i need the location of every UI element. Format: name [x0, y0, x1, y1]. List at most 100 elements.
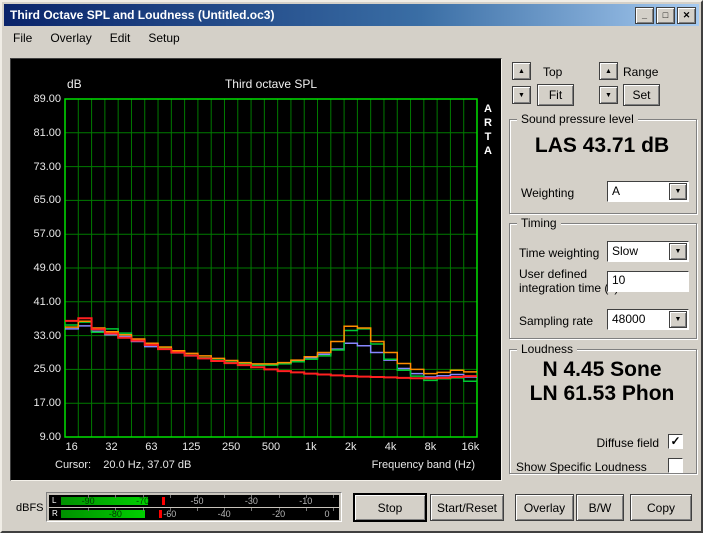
meter-scale-label: -30 [244, 496, 258, 506]
up-arrow-icon: ▲ [605, 67, 612, 75]
minimize-icon[interactable]: _ [635, 7, 654, 24]
meter-scale-label: -80 [108, 509, 122, 519]
sampling-rate-value: 48000 [612, 312, 646, 326]
time-weighting-value: Slow [612, 244, 639, 258]
start-reset-button[interactable]: Start/Reset [430, 494, 504, 521]
integration-time-label-line1: User defined [519, 267, 588, 281]
y-tick-label: 41.00 [33, 295, 61, 308]
x-tick-label: 2k [344, 441, 357, 453]
arta-letter: A [484, 103, 492, 115]
close-icon[interactable]: ✕ [677, 7, 696, 24]
x-tick-label: 16k [461, 441, 480, 453]
meter-scale-label: -10 [299, 496, 313, 506]
meter-scale-label: -60 [163, 509, 177, 519]
level-bar [61, 510, 146, 518]
time-weighting-select[interactable]: Slow ▼ [607, 241, 689, 262]
menu-item-edit[interactable]: Edit [101, 29, 140, 47]
x-tick-label: 8k [424, 441, 437, 453]
menu-bar: File Overlay Edit Setup [4, 28, 699, 48]
meter-scale-label: -70 [136, 496, 150, 506]
integration-time-label-line2: integration time (s) [519, 281, 619, 295]
chart-panel: dB Third octave SPL 89.00 81.00 73.00 65.00… [10, 58, 502, 481]
menu-item-overlay[interactable]: Overlay [41, 29, 100, 47]
maximize-icon[interactable]: □ [656, 7, 675, 24]
level-meter: L -90 -70 -50 -30 -10 R -80 -60 -40 -20 0 [46, 492, 342, 522]
y-tick-label: 73.00 [33, 160, 61, 173]
meter-scale-label: -20 [272, 509, 286, 519]
top-label: Top [543, 65, 563, 79]
range-down-spinner[interactable]: ▼ [599, 86, 618, 104]
timing-group-caption: Timing [517, 216, 561, 230]
down-arrow-icon: ▼ [605, 91, 612, 99]
range-label: Range [623, 65, 659, 79]
y-tick-label: 65.00 [33, 194, 61, 207]
loudness-group-caption: Loudness [517, 342, 578, 356]
copy-button[interactable]: Copy [630, 494, 692, 521]
x-axis-label: Frequency band (Hz) [371, 459, 475, 471]
chevron-down-icon[interactable]: ▼ [669, 183, 687, 200]
peak-indicator [158, 510, 162, 518]
arta-letter: T [484, 131, 492, 143]
cursor-readout: Cursor: 20.0 Hz, 37.07 dB [55, 459, 192, 471]
spl-readout: LAS 43.71 dB [534, 134, 670, 157]
app-window: Third Octave SPL and Loudness (Untitled.… [0, 0, 703, 533]
y-tick-label: 49.00 [33, 262, 61, 274]
overlay-button[interactable]: Overlay [515, 494, 574, 521]
meter-row-r: R -80 -60 -40 -20 0 [49, 508, 339, 520]
integration-time-input[interactable]: 10 [607, 271, 689, 292]
channel-label: L [52, 496, 57, 505]
y-tick-label: 33.00 [33, 329, 61, 342]
chevron-down-icon[interactable]: ▼ [669, 311, 687, 328]
window-controls: _ □ ✕ [635, 7, 696, 24]
diffuse-field-label: Diffuse field [596, 436, 659, 450]
x-tick-label: 32 [105, 441, 118, 453]
weighting-value: A [612, 184, 621, 198]
sampling-rate-label: Sampling rate [519, 314, 594, 328]
x-tick-label: 63 [145, 441, 158, 453]
top-up-spinner[interactable]: ▲ [512, 62, 531, 80]
up-arrow-icon: ▲ [518, 67, 525, 75]
set-button[interactable]: Set [623, 84, 660, 106]
chart-title: Third octave SPL [224, 77, 318, 91]
level-bar [61, 497, 149, 505]
meter-scale-label: -90 [81, 496, 95, 506]
arta-letter: R [484, 117, 492, 129]
menu-item-setup[interactable]: Setup [139, 29, 188, 47]
y-tick-label: 9.00 [39, 431, 61, 443]
fit-button[interactable]: Fit [537, 84, 574, 106]
meter-scale-label: -50 [190, 496, 204, 506]
range-up-spinner[interactable]: ▲ [599, 62, 618, 80]
x-tick-label: 125 [182, 441, 201, 453]
loudness-sone-readout: N 4.45 Sone [542, 358, 662, 381]
spl-plot[interactable] [11, 59, 501, 479]
x-tick-label: 500 [261, 441, 281, 453]
meter-row-l: L -90 -70 -50 -30 -10 [49, 495, 339, 507]
window-title: Third Octave SPL and Loudness (Untitled.… [10, 8, 275, 22]
y-tick-label: 57.00 [33, 228, 61, 241]
top-down-spinner[interactable]: ▼ [512, 86, 531, 104]
show-specific-loudness-checkbox[interactable] [668, 458, 683, 473]
weighting-select[interactable]: A ▼ [607, 181, 689, 202]
chevron-down-icon[interactable]: ▼ [669, 243, 687, 260]
peak-indicator [161, 497, 165, 505]
channel-label: R [52, 509, 58, 518]
stop-button[interactable]: Stop [354, 494, 426, 521]
time-weighting-label: Time weighting [519, 246, 600, 260]
bw-button[interactable]: B/W [576, 494, 624, 521]
x-tick-label: 1k [305, 441, 317, 453]
loudness-phon-readout: LN 61.53 Phon [529, 382, 675, 405]
diffuse-field-checkbox[interactable]: ✓ [668, 434, 683, 449]
spl-group-caption: Sound pressure level [517, 112, 638, 126]
x-tick-label: 250 [221, 441, 241, 453]
x-tick-label: 16 [65, 441, 78, 453]
show-specific-loudness-label: Show Specific Loudness [516, 460, 647, 474]
meter-scale-label: -40 [217, 509, 231, 519]
y-tick-label: 81.00 [33, 126, 61, 139]
weighting-label: Weighting [521, 186, 575, 200]
sampling-rate-select[interactable]: 48000 ▼ [607, 309, 689, 330]
arta-letter: A [484, 145, 492, 157]
y-tick-label: 17.00 [33, 397, 61, 410]
menu-item-file[interactable]: File [4, 29, 41, 47]
down-arrow-icon: ▼ [518, 91, 525, 99]
title-bar[interactable]: Third Octave SPL and Loudness (Untitled.… [4, 4, 699, 26]
